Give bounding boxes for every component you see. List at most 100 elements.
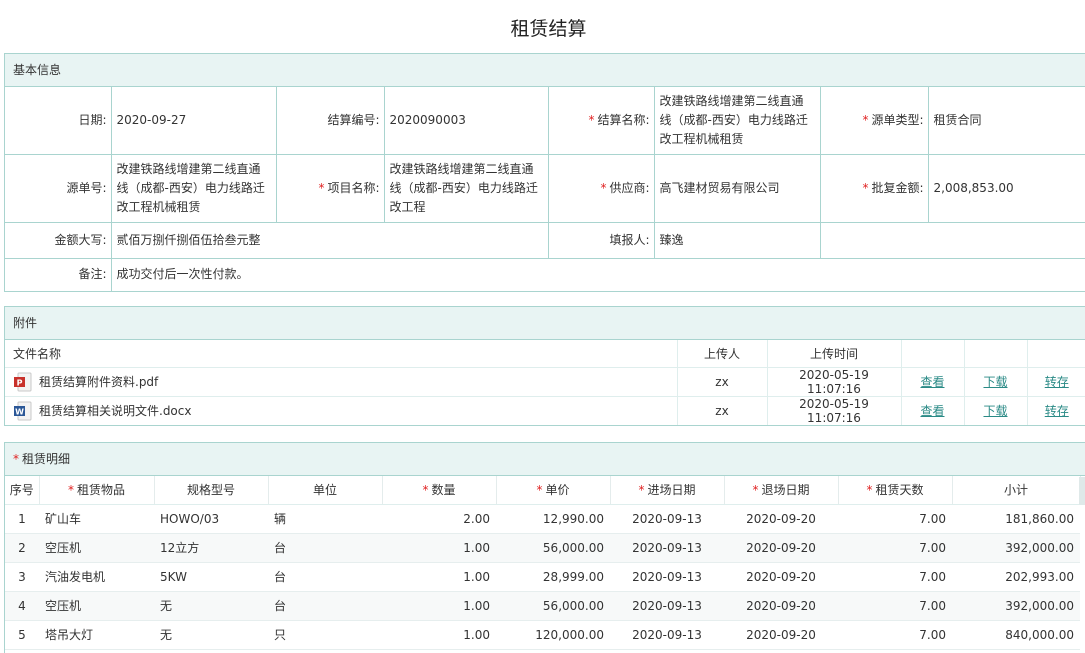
cell-subtotal: 392,000.00: [952, 591, 1080, 621]
table-row[interactable]: 4 空压机无台 1.00 56,000.00 2020-09-13 2020-09-20 7…: [5, 591, 1080, 621]
view-link[interactable]: 查看: [920, 404, 944, 418]
attachment-row: P 租赁结算附件资料.pdf zx 2020-05-19 11:07:16 查看…: [5, 367, 1085, 397]
col-out-date: * 退场日期: [724, 476, 839, 505]
empty-cell: [819, 222, 1085, 259]
col-qty: * 数量: [382, 476, 497, 505]
cell-subtotal: 181,860.00: [952, 504, 1080, 534]
cell-out-date: 2020-09-20: [724, 591, 838, 621]
table-row[interactable]: 3 汽油发电机 5KW 台 1.00 28,999.00 2020-09-13 2020-09…: [5, 562, 1080, 592]
required-mark: *: [862, 180, 869, 195]
detail-header-row: 序号 * 租赁物品 规格型号 单位 * 数量 * 单价 * 进场日期 * 退场日期 * 租赁…: [5, 476, 1081, 505]
cell-in-date: 2020-09-13: [610, 562, 724, 592]
attachment-uploader: zx: [676, 396, 767, 425]
col-upload-time: 上传时间: [766, 340, 901, 368]
attachment-file-name[interactable]: 租赁结算附件资料.pdf: [39, 373, 158, 390]
col-item: * 租赁物品: [39, 476, 155, 505]
cell-price: 12,990.00: [496, 504, 610, 534]
col-in-date: * 进场日期: [610, 476, 725, 505]
cell-in-date: 2020-09-13: [610, 591, 724, 621]
required-mark: *: [862, 112, 869, 127]
col-days: * 租赁天数: [838, 476, 953, 505]
cell-qty: 1.00: [382, 533, 496, 563]
cell-spec: 无: [154, 620, 268, 650]
attachments-heading: 附件: [5, 307, 1085, 340]
cell-days: 7.00: [838, 533, 952, 563]
rental-detail-panel: * 租赁明细 序号 * 租赁物品 规格型号 单位 * 数量 * 单价 * 进场日期 * 退场…: [4, 442, 1085, 653]
svg-text:W: W: [15, 407, 24, 416]
source-type-value: 租赁合同: [928, 87, 1085, 155]
required-mark: *: [600, 180, 607, 195]
cell-spec: HOWO/03: [154, 504, 268, 534]
cell-out-date: 2020-09-20: [724, 533, 838, 563]
transfer-link[interactable]: 转存: [1045, 404, 1069, 418]
cell-item: 汽油发电机: [39, 562, 154, 592]
cell-subtotal: 202,993.00: [952, 562, 1080, 592]
cell-seq: 1: [5, 504, 39, 534]
basic-info-heading: 基本信息: [5, 54, 1085, 87]
cell-price: 56,000.00: [496, 533, 610, 563]
cell-days: 7.00: [838, 620, 952, 650]
settle-name-label: * 结算名称:: [548, 87, 655, 155]
cell-item: 塔吊大灯: [39, 620, 154, 650]
basic-info-table: 日期: 2020-09-27 结算编号: 2020090003 * 结算名称: 改…: [5, 87, 1085, 291]
required-mark: *: [588, 112, 595, 127]
cell-unit: 台: [268, 533, 382, 563]
date-value: 2020-09-27: [111, 87, 277, 155]
cell-unit: 辆: [268, 504, 382, 534]
project-value: 改建铁路线增建第二线直通线（成都-西安）电力线路迁改工程: [384, 154, 549, 223]
cell-unit: 只: [268, 620, 382, 650]
cell-price: 120,000.00: [496, 620, 610, 650]
settle-no-value: 2020090003: [384, 87, 549, 155]
supplier-value: 高飞建材贸易有限公司: [654, 154, 821, 223]
basic-info-panel: 基本信息 日期: 2020-09-27 结算编号: 2020090003 * 结算…: [4, 53, 1085, 292]
rental-detail-table: 序号 * 租赁物品 规格型号 单位 * 数量 * 单价 * 进场日期 * 退场日期 * 租赁…: [5, 476, 1081, 650]
page-title: 租赁结算: [510, 18, 587, 40]
view-link[interactable]: 查看: [920, 375, 944, 389]
download-link[interactable]: 下载: [983, 375, 1007, 389]
cell-in-date: 2020-09-13: [610, 504, 724, 534]
source-no-value: 改建铁路线增建第二线直通线（成都-西安）电力线路迁改工程机械租赁: [111, 154, 277, 223]
attachment-file-name[interactable]: 租赁结算相关说明文件.docx: [39, 402, 191, 419]
col-seq: 序号: [5, 476, 40, 505]
cell-qty: 1.00: [382, 562, 496, 592]
remark-label: 备注:: [5, 258, 112, 291]
col-subtotal: 小计: [952, 476, 1081, 505]
cell-unit: 台: [268, 591, 382, 621]
settle-no-label: 结算编号:: [276, 87, 385, 155]
cell-seq: 4: [5, 591, 39, 621]
cell-days: 7.00: [838, 562, 952, 592]
table-row[interactable]: 5 塔吊大灯无只 1.00 120,000.00 2020-09-13 2020-09-2…: [5, 620, 1080, 650]
cell-days: 7.00: [838, 591, 952, 621]
cell-out-date: 2020-09-20: [724, 562, 838, 592]
cell-subtotal: 392,000.00: [952, 533, 1080, 563]
cell-days: 7.00: [838, 504, 952, 534]
attachments-panel: 附件 文件名称 上传人 上传时间 P 租赁结算附件资料.pdf zx 2020-…: [4, 306, 1085, 426]
attachment-time: 2020-05-19 11:07:16: [766, 367, 901, 397]
supplier-label: * 供应商:: [548, 154, 655, 223]
settle-name-value: 改建铁路线增建第二线直通线（成都-西安）电力线路迁改工程机械租赁: [654, 87, 821, 155]
cell-unit: 台: [268, 562, 382, 592]
required-mark: *: [318, 180, 325, 195]
filler-label: 填报人:: [548, 222, 655, 259]
col-unit: 单位: [268, 476, 383, 505]
remark-value: 成功交付后一次性付款。: [111, 258, 1085, 291]
cell-subtotal: 840,000.00: [952, 620, 1080, 650]
cell-out-date: 2020-09-20: [724, 620, 838, 650]
transfer-link[interactable]: 转存: [1045, 375, 1069, 389]
download-link[interactable]: 下载: [983, 404, 1007, 418]
table-row[interactable]: 1 矿山车 HOWO/03 辆 2.00 12,990.00 2020-09-13 2020-…: [5, 504, 1080, 534]
cell-seq: 5: [5, 620, 39, 650]
cell-price: 28,999.00: [496, 562, 610, 592]
filler-value: 臻逸: [654, 222, 821, 259]
cell-spec: 5KW: [154, 562, 268, 592]
cell-item: 空压机: [39, 591, 154, 621]
scrollbar[interactable]: [1079, 477, 1085, 505]
word-file-icon: W: [13, 401, 33, 421]
approved-amount-label: * 批复金额:: [820, 154, 929, 223]
attachments-table: 文件名称 上传人 上传时间 P 租赁结算附件资料.pdf zx 2020-05-…: [5, 340, 1085, 425]
amount-cn-label: 金额大写:: [5, 222, 112, 259]
table-row[interactable]: 2 空压机 12立方台 1.00 56,000.00 2020-09-13 2020-09-…: [5, 533, 1080, 563]
attachment-uploader: zx: [676, 367, 767, 397]
attachment-row: W 租赁结算相关说明文件.docx zx 2020-05-19 11:07:16…: [5, 396, 1085, 425]
attachments-header-row: 文件名称 上传人 上传时间: [5, 340, 1085, 368]
